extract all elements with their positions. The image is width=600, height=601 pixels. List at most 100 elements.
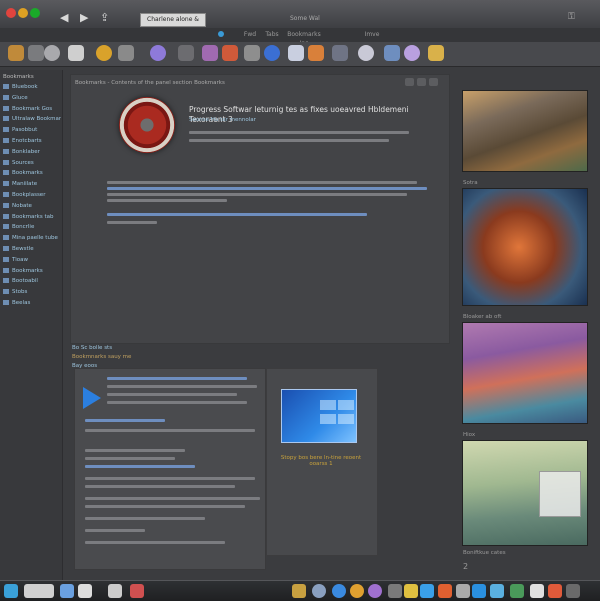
dock <box>0 580 600 601</box>
clip-icon[interactable] <box>222 45 238 61</box>
downloads-icon[interactable] <box>566 584 580 598</box>
trash-icon[interactable] <box>530 584 544 598</box>
sphere-icon[interactable] <box>358 45 374 61</box>
sidebar-item-label: Bluebook <box>12 84 38 90</box>
app-icon[interactable] <box>108 584 122 598</box>
tab-bookmarks[interactable]: Bookmarks Ins <box>282 30 326 47</box>
sidebar-item-label: Beelas <box>12 300 31 306</box>
text-line <box>85 429 255 432</box>
sidebar-item[interactable]: Maniilate <box>3 179 61 189</box>
text-line <box>85 449 185 452</box>
thumb-caption: Sotra <box>463 180 478 186</box>
thumb-fantasy[interactable] <box>462 440 588 546</box>
sidebar-item[interactable]: Gluce <box>3 93 61 103</box>
mail-icon[interactable] <box>60 584 74 598</box>
store-icon[interactable] <box>420 584 434 598</box>
window-icon[interactable] <box>288 45 304 61</box>
maps-icon[interactable] <box>510 584 524 598</box>
tag-icon[interactable] <box>28 45 44 61</box>
text-line <box>107 385 257 388</box>
panel-menu-button[interactable] <box>429 78 438 86</box>
tab-imve[interactable]: Imve <box>360 30 384 39</box>
thumb-coast[interactable] <box>462 322 588 424</box>
lock-icon[interactable]: ⚿ <box>568 12 575 22</box>
folder-icon[interactable] <box>404 584 418 598</box>
text-line <box>107 393 237 396</box>
photo-icon[interactable] <box>308 45 324 61</box>
tools-icon[interactable] <box>388 584 402 598</box>
document-panel <box>74 368 266 570</box>
music-icon[interactable] <box>472 584 486 598</box>
share-icon[interactable]: ⇪ <box>100 11 109 24</box>
sidebar-item[interactable]: Bootoabil <box>3 276 61 286</box>
app-icon[interactable] <box>292 584 306 598</box>
text-line <box>85 505 245 508</box>
folder-icon[interactable] <box>8 45 24 61</box>
sidebar-item[interactable]: Mina paelle tube <box>3 233 61 243</box>
orb-icon[interactable] <box>404 45 420 61</box>
safari-icon[interactable] <box>312 584 326 598</box>
sidebar-item[interactable]: Bookmarks <box>3 266 61 276</box>
sidebar-item[interactable]: Bookplasser <box>3 190 61 200</box>
chrome-icon[interactable] <box>350 584 364 598</box>
back-icon[interactable]: ◀ <box>60 11 68 24</box>
sidebar-item[interactable]: Beelas <box>3 298 61 308</box>
globe-icon[interactable] <box>44 45 60 61</box>
sidebar-item[interactable]: Tioaw <box>3 255 61 265</box>
sidebar-item[interactable]: Pasobbut <box>3 125 61 135</box>
tab-tabs[interactable]: Tabs <box>260 30 284 39</box>
screen-icon[interactable] <box>332 45 348 61</box>
messages-icon[interactable] <box>490 584 504 598</box>
panel-back-button[interactable] <box>405 78 414 86</box>
sidebar-item[interactable]: Nobate <box>3 201 61 211</box>
puzzle-icon[interactable] <box>202 45 218 61</box>
printer-icon[interactable] <box>118 45 134 61</box>
sidebar-item[interactable]: Bonklaber <box>3 147 61 157</box>
thumb-ship[interactable] <box>462 188 588 306</box>
finder-icon[interactable] <box>4 584 18 598</box>
user-icon[interactable] <box>264 45 280 61</box>
thumb-canyon[interactable] <box>462 90 588 172</box>
document-icon[interactable] <box>68 45 84 61</box>
sidebar-item[interactable]: Enotcbarts <box>3 136 61 146</box>
panel-forward-button[interactable] <box>417 78 426 86</box>
sidebar-item[interactable]: Bewstle <box>3 244 61 254</box>
sidebar-item[interactable]: Bookmark Gos <box>3 104 61 114</box>
text-line <box>107 213 367 216</box>
gear-icon[interactable] <box>244 45 260 61</box>
bookmark-icon <box>3 267 9 273</box>
sidebar-item[interactable]: Bookmarks <box>3 168 61 178</box>
calendar-icon[interactable] <box>130 584 144 598</box>
bookmark-icon <box>3 213 9 219</box>
browser-icon[interactable] <box>332 584 346 598</box>
toolbar <box>0 42 600 67</box>
star-icon[interactable] <box>428 45 444 61</box>
compass-icon[interactable] <box>96 45 112 61</box>
desktop-icon[interactable] <box>24 584 54 598</box>
layout-icon[interactable] <box>384 45 400 61</box>
forward-icon[interactable]: ▶ <box>80 11 88 24</box>
app-icon[interactable] <box>548 584 562 598</box>
media-icon[interactable] <box>368 584 382 598</box>
sidebar-item[interactable]: Sources <box>3 158 61 168</box>
settings-icon[interactable] <box>456 584 470 598</box>
photos-icon[interactable] <box>438 584 452 598</box>
sidebar-item[interactable]: Bookmarks tab <box>3 212 61 222</box>
tab-fwd[interactable]: Fwd <box>238 30 262 39</box>
section-label: Bo Sc bolle sts <box>72 345 113 351</box>
zoom-window-button[interactable] <box>30 8 40 18</box>
close-window-button[interactable] <box>6 8 16 18</box>
purple-app-icon[interactable] <box>150 45 166 61</box>
sidebar-item-label: Sources <box>12 159 34 166</box>
sidebar-item[interactable]: Boncrlie <box>3 222 61 232</box>
sidebar-item[interactable]: Ultralaw Bookmarks <box>3 114 61 124</box>
address-field[interactable]: Charlene alone & tech <box>140 13 206 27</box>
sidebar-item[interactable]: Bluebook <box>3 82 61 92</box>
sidebar-item-label: Bonklaber <box>12 148 40 155</box>
notes-icon[interactable] <box>78 584 92 598</box>
bookmark-icon <box>3 159 9 165</box>
list-icon[interactable] <box>178 45 194 61</box>
sidebar-item[interactable]: Stobs <box>3 287 61 297</box>
minimize-window-button[interactable] <box>18 8 28 18</box>
article-header: Bookmarks - Contents of the panel sectio… <box>75 80 225 86</box>
